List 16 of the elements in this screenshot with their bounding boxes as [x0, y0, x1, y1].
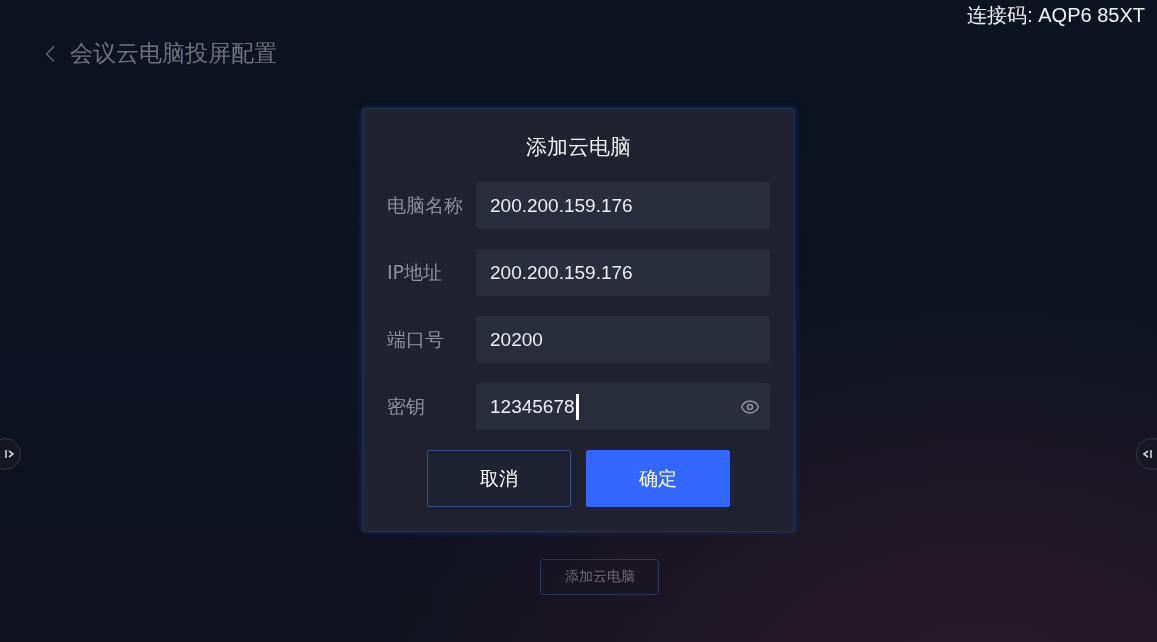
- input-field[interactable]: 200.200.159.176: [476, 182, 770, 229]
- field-label: 密钥: [387, 393, 426, 419]
- expand-icon: [5, 449, 15, 459]
- field-label: IP地址: [387, 259, 444, 285]
- expand-icon: [1142, 449, 1152, 459]
- cancel-button[interactable]: 取消: [427, 450, 571, 507]
- confirm-button[interactable]: 确定: [586, 450, 730, 507]
- page-title: 会议云电脑投屏配置: [70, 39, 277, 68]
- dialog-title: 添加云电脑: [525, 134, 632, 161]
- input-field[interactable]: 12345678: [476, 383, 770, 430]
- field-label: 端口号: [387, 326, 445, 352]
- connection-code: 连接码: AQP6 85XT: [967, 3, 1145, 28]
- input-field[interactable]: 20200: [476, 316, 770, 363]
- input-field[interactable]: 200.200.159.176: [476, 249, 770, 296]
- field-label: 电脑名称: [387, 192, 464, 218]
- add-cloud-pc-button[interactable]: 添加云电脑: [540, 559, 659, 595]
